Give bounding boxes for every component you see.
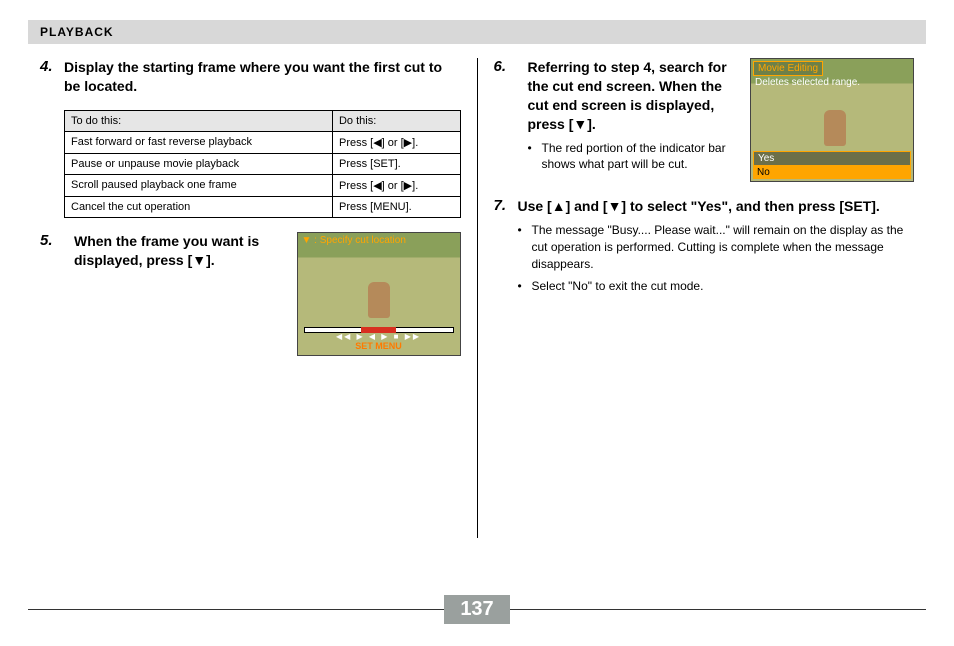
page-content: PLAYBACK 4. Display the starting frame w… [28, 20, 926, 606]
step-title: When the frame you want is displayed, pr… [74, 232, 287, 270]
step-number: 5. [40, 232, 64, 249]
table-header: Do this: [332, 110, 460, 131]
screenshot-specify-cut: ▼ : Specify cut location ◀◀ ▶ ◀ ▶ ■ ▶▶ S… [297, 232, 461, 356]
thumb-badge: Movie Editing [753, 61, 823, 76]
columns: 4. Display the starting frame where you … [28, 58, 926, 538]
table-row: Fast forward or fast reverse playback Pr… [65, 131, 461, 153]
step-number: 6. [493, 58, 517, 75]
deer-icon [368, 282, 390, 318]
page-number: 137 [444, 595, 509, 624]
table-row: Scroll paused playback one frame Press [… [65, 174, 461, 196]
bullet-item: The message "Busy.... Please wait..." wi… [517, 222, 914, 272]
table-row: Pause or unpause movie playback Press [S… [65, 153, 461, 174]
table-header: To do this: [65, 110, 333, 131]
step-title: Use [▲] and [▼] to select "Yes", and the… [517, 197, 914, 216]
footer-rule [510, 609, 926, 610]
option-yes: Yes [753, 151, 911, 166]
step-5: 5. When the frame you want is displayed,… [40, 232, 461, 356]
column-divider [477, 58, 478, 538]
bullet-item: Select "No" to exit the cut mode. [517, 278, 914, 295]
thumb-controls: ◀◀ ▶ ◀ ▶ ■ ▶▶ SET MENU [298, 332, 460, 351]
step-4: 4. Display the starting frame where you … [40, 58, 461, 96]
screenshot-movie-editing: Movie Editing Deletes selected range. Ye… [750, 58, 914, 182]
bullet-item: The red portion of the indicator bar sho… [527, 140, 740, 174]
option-no: No [753, 166, 911, 179]
left-column: 4. Display the starting frame where you … [28, 58, 473, 538]
table-row: Cancel the cut operation Press [MENU]. [65, 196, 461, 217]
step-7: 7. Use [▲] and [▼] to select "Yes", and … [493, 197, 914, 305]
thumb-subtitle: Deletes selected range. [755, 77, 860, 88]
step-title: Display the starting frame where you wan… [64, 58, 461, 96]
right-column: 6. Referring to step 4, search for the c… [481, 58, 926, 538]
step-title: Referring to step 4, search for the cut … [527, 58, 740, 134]
step-6: 6. Referring to step 4, search for the c… [493, 58, 914, 183]
page-footer: 137 [28, 595, 926, 624]
step-number: 7. [493, 197, 517, 305]
footer-rule [28, 609, 444, 610]
instruction-table: To do this: Do this: Fast forward or fas… [64, 110, 461, 218]
thumb-caption: ▼ : Specify cut location [302, 235, 406, 246]
step-number: 4. [40, 58, 64, 96]
section-header: PLAYBACK [28, 20, 926, 44]
deer-icon [824, 110, 846, 146]
